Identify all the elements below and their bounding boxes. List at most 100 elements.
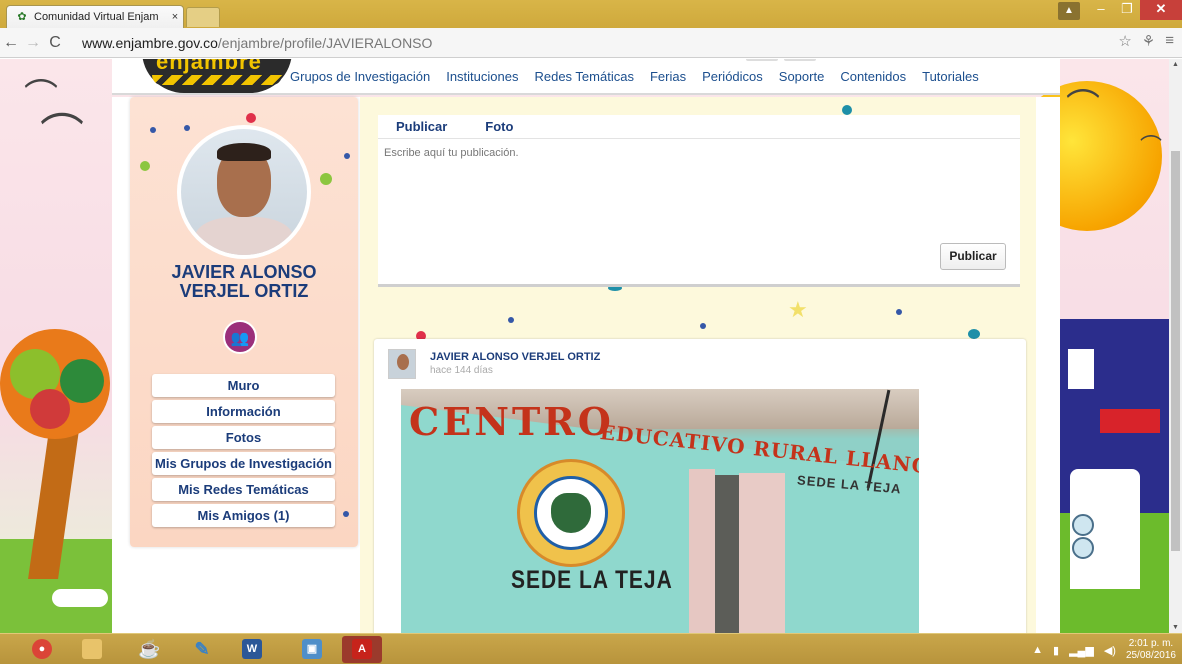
word-icon: W [242, 639, 262, 659]
word-taskbar-button[interactable]: W [232, 636, 272, 663]
bird-decoration: ⌒ [1140, 134, 1163, 159]
main-menu: Grupos de Investigación Instituciones Re… [290, 69, 995, 84]
city-decoration [1060, 319, 1169, 633]
photo-sede-text: SEDE LA TEJA [511, 566, 673, 595]
paint-taskbar-button[interactable]: ✎ [182, 636, 222, 663]
back-icon[interactable]: ← [0, 34, 22, 52]
post-composer: Publicar Foto Escribe aquí tu publicació… [378, 115, 1020, 287]
page-content: JAVIER ALONSO VERJEL ORTIZ 👥 Muro Inform… [112, 97, 1060, 633]
tab-title: Comunidad Virtual Enjam [34, 11, 159, 23]
signal-icon[interactable]: ▂▄▆ [1069, 644, 1094, 657]
browser-actions: ☆ ⚘ ≡ [1118, 32, 1174, 50]
profile-menu-informacion[interactable]: Información [152, 400, 335, 423]
photo-door [739, 473, 785, 633]
menu-item-contenidos[interactable]: Contenidos [840, 69, 906, 84]
chrome-taskbar-button[interactable]: ● [22, 636, 62, 663]
menu-item-grupos[interactable]: Grupos de Investigación [290, 69, 430, 84]
tree-decoration [0, 329, 112, 633]
user-profile-icon[interactable]: ▲ [1058, 2, 1080, 20]
clock-date: 25/08/2016 [1125, 650, 1176, 661]
new-tab-button[interactable] [186, 7, 220, 27]
post-author[interactable]: JAVIER ALONSO VERJEL ORTIZ [430, 351, 600, 363]
system-tray: ▲ ▮ ▂▄▆ ◀) 2:01 p. m. 25/08/2016 [1032, 638, 1176, 662]
tab-foto[interactable]: Foto [485, 115, 513, 138]
menu-item-tutoriales[interactable]: Tutoriales [922, 69, 979, 84]
photo-sign-text: CENTRO [409, 399, 614, 444]
url-host: www.enjambre.gov.co [82, 35, 218, 51]
bird-decoration: ⌒ [40, 111, 84, 160]
chrome-icon: ● [32, 639, 52, 659]
paint-icon: ✎ [194, 639, 210, 659]
profile-panel: JAVIER ALONSO VERJEL ORTIZ 👥 Muro Inform… [130, 97, 358, 547]
photo-door [689, 469, 715, 633]
window-controls: ▲ – ❐ ✕ [1058, 0, 1182, 22]
address-bar[interactable]: www.enjambre.gov.co /enjambre/profile/JA… [82, 31, 1088, 83]
header-button[interactable] [746, 59, 778, 61]
logo-text: enjambre [156, 59, 262, 74]
reload-icon[interactable]: C [44, 34, 66, 52]
bird-decoration: ⌒ [1066, 88, 1100, 126]
profile-name-line2: VERJEL ORTIZ [179, 281, 309, 301]
battery-icon[interactable]: ▮ [1053, 644, 1059, 657]
extension-icon[interactable]: ⚘ [1142, 32, 1155, 50]
folder-icon [82, 639, 102, 659]
taskbar-clock[interactable]: 2:01 p. m. 25/08/2016 [1126, 638, 1176, 662]
profile-name-line1: JAVIER ALONSO [171, 262, 317, 282]
post-author-avatar[interactable] [388, 349, 416, 379]
page-viewport: ⌒ ⌒ ⌒ ⌒ enjambre Grupos de Investigación… [0, 59, 1169, 633]
clock-time: 2:01 p. m. [1128, 638, 1174, 649]
site-favicon-icon: ✿ [17, 11, 27, 23]
browser-tab[interactable]: ✿ Comunidad Virtual Enjam × [6, 5, 184, 28]
page-scrollbar[interactable]: ▲ ▼ [1169, 59, 1182, 633]
profile-avatar[interactable] [177, 125, 311, 259]
header-button[interactable] [784, 59, 816, 61]
publish-button[interactable]: Publicar [940, 243, 1006, 270]
acrobat-icon: A [352, 639, 372, 659]
menu-item-redes[interactable]: Redes Temáticas [534, 69, 633, 84]
friends-group-icon[interactable]: 👥 [223, 320, 257, 354]
scroll-up-icon[interactable]: ▲ [1169, 61, 1182, 68]
bookmark-star-icon[interactable]: ☆ [1118, 32, 1131, 50]
volume-icon[interactable]: ◀) [1104, 644, 1116, 657]
star-decoration: ★ [788, 297, 808, 322]
forward-icon[interactable]: → [22, 34, 44, 52]
menu-icon[interactable]: ≡ [1165, 32, 1174, 50]
photos-taskbar-button[interactable]: ▣ [292, 636, 332, 663]
photos-icon: ▣ [302, 639, 322, 659]
java-taskbar-button[interactable]: ☕ [128, 636, 168, 663]
explorer-taskbar-button[interactable] [72, 636, 112, 663]
school-seal-icon [517, 459, 625, 567]
header-buttons [746, 59, 816, 61]
profile-menu: Muro Información Fotos Mis Grupos de Inv… [152, 374, 335, 530]
tab-close-icon[interactable]: × [167, 11, 183, 23]
menu-item-instituciones[interactable]: Instituciones [446, 69, 518, 84]
maximize-button[interactable]: ❐ [1114, 0, 1140, 20]
menu-item-ferias[interactable]: Ferias [650, 69, 686, 84]
scrollbar-thumb[interactable] [1171, 151, 1180, 551]
site-logo[interactable]: enjambre [142, 59, 292, 93]
url-path: /enjambre/profile/JAVIERALONSO [217, 35, 433, 51]
java-icon: ☕ [138, 639, 161, 659]
profile-menu-muro[interactable]: Muro [152, 374, 335, 397]
windows-taskbar: ● ☕ ✎ W ▣ A ▲ ▮ ▂▄▆ ◀) 2:01 p. m. 25/08/… [0, 633, 1182, 664]
tray-expand-icon[interactable]: ▲ [1032, 644, 1043, 656]
post-textarea[interactable]: Escribe aquí tu publicación. [378, 139, 1020, 235]
composer-tabs: Publicar Foto [378, 115, 1020, 139]
acrobat-taskbar-button[interactable]: A [342, 636, 382, 663]
tab-publicar[interactable]: Publicar [396, 115, 447, 138]
profile-menu-amigos[interactable]: Mis Amigos (1) [152, 504, 335, 527]
wall-feed: ★ Publicar Foto Escribe aquí tu publicac… [360, 97, 1036, 633]
site-header: enjambre Grupos de Investigación Institu… [112, 59, 1060, 95]
browser-titlebar: ✿ Comunidad Virtual Enjam × ▲ – ❐ ✕ [0, 0, 1182, 28]
close-window-button[interactable]: ✕ [1140, 0, 1182, 20]
photo-doorway [715, 475, 739, 633]
profile-menu-grupos[interactable]: Mis Grupos de Investigación [152, 452, 335, 475]
post-photo[interactable]: CENTRO EDUCATIVO RURAL LLANO ALTO SEDE L… [401, 389, 919, 633]
wall-post: JAVIER ALONSO VERJEL ORTIZ hace 144 días… [374, 339, 1026, 633]
menu-item-periodicos[interactable]: Periódicos [702, 69, 763, 84]
scroll-down-icon[interactable]: ▼ [1169, 624, 1182, 631]
profile-menu-fotos[interactable]: Fotos [152, 426, 335, 449]
profile-menu-redes[interactable]: Mis Redes Temáticas [152, 478, 335, 501]
minimize-button[interactable]: – [1088, 0, 1114, 20]
menu-item-soporte[interactable]: Soporte [779, 69, 825, 84]
